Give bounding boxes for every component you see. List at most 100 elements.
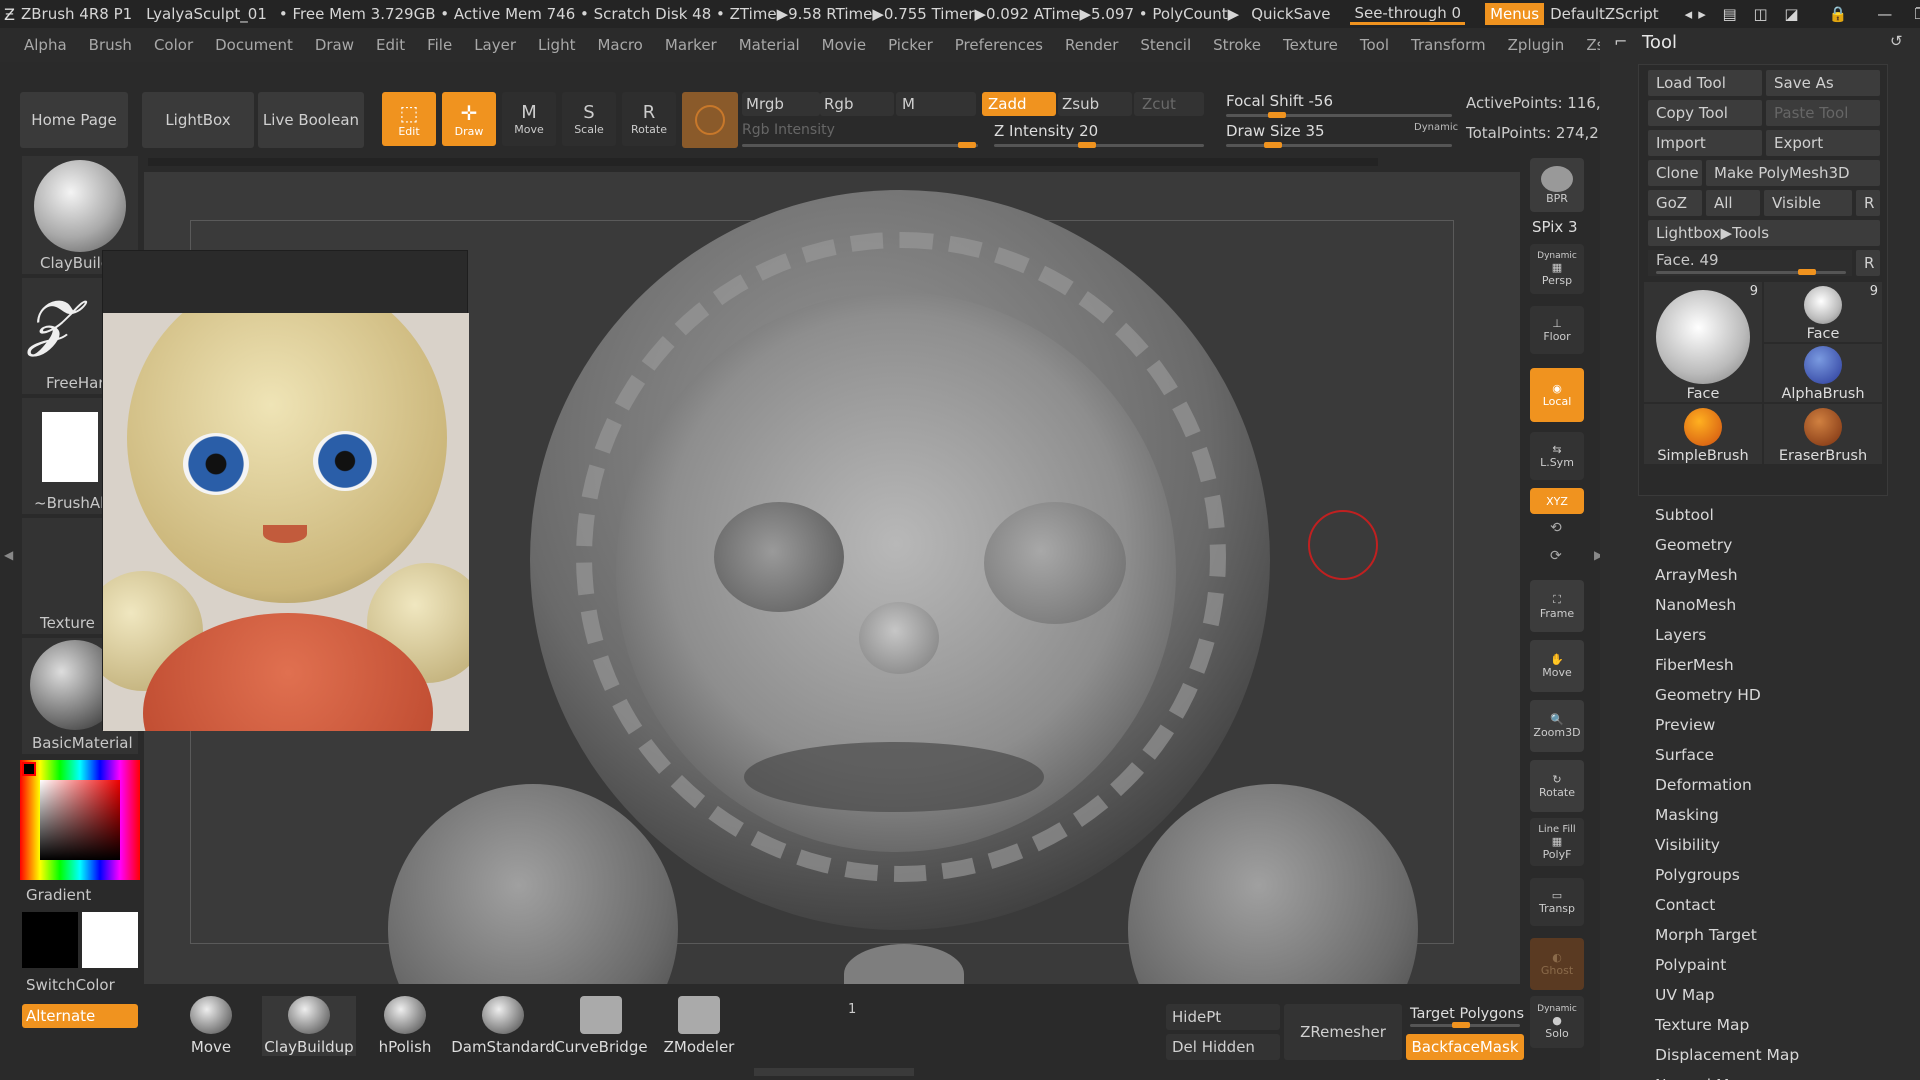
draw-button[interactable]: ✛ Draw <box>442 92 496 146</box>
bpr-button[interactable]: BPR <box>1530 158 1584 212</box>
rotate-z-icon[interactable]: ⟳ <box>1550 548 1562 564</box>
zremesher-button[interactable]: ZRemesher <box>1284 1004 1402 1060</box>
target-polygons-slider[interactable]: Target Polygons <box>1410 1006 1528 1028</box>
menu-brush[interactable]: Brush <box>89 36 132 54</box>
section-displacement-map[interactable]: Displacement Map <box>1655 1046 1799 1064</box>
texture-thumbnail[interactable]: Texture <box>22 518 102 634</box>
rotate-y-icon[interactable]: ⟲ <box>1550 520 1562 536</box>
stroke-thumbnail[interactable]: 𝓩 FreeHar <box>22 278 104 394</box>
rgb-intensity-slider[interactable]: Rgb Intensity <box>742 122 980 148</box>
layout-icons[interactable]: ◂▸ ▤ ◫ ◪ <box>1685 5 1805 23</box>
move-button[interactable]: M Move <box>502 92 556 146</box>
section-arraymesh[interactable]: ArrayMesh <box>1655 566 1738 584</box>
section-uv-map[interactable]: UV Map <box>1655 986 1715 1004</box>
lightbox-button[interactable]: LightBox <box>142 92 254 148</box>
menu-color[interactable]: Color <box>154 36 193 54</box>
menu-stencil[interactable]: Stencil <box>1140 36 1191 54</box>
section-subtool[interactable]: Subtool <box>1655 506 1714 524</box>
brush-move[interactable]: Move <box>164 996 258 1056</box>
default-zscript-button[interactable]: DefaultZScript <box>1550 5 1659 23</box>
menu-stroke[interactable]: Stroke <box>1213 36 1261 54</box>
zcut-button[interactable]: Zcut <box>1134 92 1204 116</box>
del-hidden-button[interactable]: Del Hidden <box>1166 1034 1280 1060</box>
z-intensity-slider[interactable]: Z Intensity 20 <box>994 122 1212 148</box>
polyf-button[interactable]: Line Fill ▦ PolyF <box>1530 818 1584 866</box>
menu-macro[interactable]: Macro <box>597 36 642 54</box>
mrgb-button[interactable]: Mrgb <box>742 92 820 116</box>
live-boolean-button[interactable]: Live Boolean <box>258 92 364 148</box>
section-deformation[interactable]: Deformation <box>1655 776 1752 794</box>
zoom3d-button[interactable]: 🔍 Zoom3D <box>1530 700 1584 752</box>
menu-alpha[interactable]: Alpha <box>24 36 67 54</box>
solo-button[interactable]: Dynamic ● Solo <box>1530 996 1584 1048</box>
draw-size-slider[interactable]: Draw Size 35 Dynamic <box>1226 122 1458 148</box>
menu-file[interactable]: File <box>427 36 452 54</box>
menu-tool[interactable]: Tool <box>1360 36 1389 54</box>
color-picker[interactable] <box>20 760 140 880</box>
menu-material[interactable]: Material <box>739 36 800 54</box>
menu-texture[interactable]: Texture <box>1283 36 1338 54</box>
menu-render[interactable]: Render <box>1065 36 1118 54</box>
section-normal-map[interactable]: Normal Map <box>1655 1076 1749 1080</box>
brush-zmodeler[interactable]: ZModeler <box>652 996 746 1056</box>
home-page-button[interactable]: Home Page <box>20 92 128 148</box>
section-polygroups[interactable]: Polygroups <box>1655 866 1740 884</box>
local-button[interactable]: ◉ Local <box>1530 368 1584 422</box>
rotate-view-button[interactable]: ↻ Rotate <box>1530 760 1584 812</box>
transp-button[interactable]: ▭ Transp <box>1530 878 1584 926</box>
ghost-button[interactable]: ◐ Ghost <box>1530 938 1584 990</box>
rgb-button[interactable]: Rgb <box>820 92 894 116</box>
section-masking[interactable]: Masking <box>1655 806 1719 824</box>
section-fibermesh[interactable]: FiberMesh <box>1655 656 1734 674</box>
section-layers[interactable]: Layers <box>1655 626 1706 644</box>
section-texture-map[interactable]: Texture Map <box>1655 1016 1749 1034</box>
secondary-color-swatch[interactable] <box>82 912 138 968</box>
section-visibility[interactable]: Visibility <box>1655 836 1720 854</box>
restore-icon[interactable]: ❐ <box>1914 5 1920 23</box>
lsym-button[interactable]: ⇆ L.Sym <box>1530 432 1584 480</box>
collapse-left-icon[interactable]: ◀ <box>4 548 13 562</box>
see-through-slider[interactable]: See-through 0 <box>1350 4 1466 25</box>
section-geometry-hd[interactable]: Geometry HD <box>1655 686 1761 704</box>
menu-marker[interactable]: Marker <box>665 36 717 54</box>
backface-mask-button[interactable]: BackfaceMask <box>1406 1034 1524 1060</box>
alpha-thumbnail[interactable]: ~BrushAl <box>22 398 104 514</box>
minimize-icon[interactable]: — <box>1877 5 1892 23</box>
alternate-button[interactable]: Alternate <box>22 1004 138 1028</box>
edit-button[interactable]: ⬚ Edit <box>382 92 436 146</box>
focal-shift-slider[interactable]: Focal Shift -56 <box>1226 92 1452 118</box>
menu-picker[interactable]: Picker <box>888 36 933 54</box>
zadd-button[interactable]: Zadd <box>982 92 1056 116</box>
spix-slider[interactable]: SPix 3 <box>1532 218 1578 236</box>
lock-icon[interactable]: 🔒 <box>1829 5 1848 23</box>
menu-movie[interactable]: Movie <box>822 36 866 54</box>
section-contact[interactable]: Contact <box>1655 896 1715 914</box>
menu-layer[interactable]: Layer <box>474 36 516 54</box>
brush-damstandard[interactable]: DamStandard <box>451 996 555 1056</box>
section-surface[interactable]: Surface <box>1655 746 1714 764</box>
reference-image-panel[interactable] <box>102 250 469 731</box>
section-morph-target[interactable]: Morph Target <box>1655 926 1757 944</box>
rotate-button[interactable]: R Rotate <box>622 92 676 146</box>
section-geometry[interactable]: Geometry <box>1655 536 1732 554</box>
section-polypaint[interactable]: Polypaint <box>1655 956 1726 974</box>
menu-light[interactable]: Light <box>538 36 575 54</box>
section-nanomesh[interactable]: NanoMesh <box>1655 596 1736 614</box>
zsub-button[interactable]: Zsub <box>1058 92 1132 116</box>
section-preview[interactable]: Preview <box>1655 716 1715 734</box>
m-button[interactable]: M <box>896 92 976 116</box>
switch-color-button[interactable]: SwitchColor <box>26 976 115 994</box>
menu-transform[interactable]: Transform <box>1411 36 1486 54</box>
quicksave-button[interactable]: QuickSave <box>1251 5 1330 23</box>
persp-button[interactable]: Dynamic ▦ Persp <box>1530 244 1584 294</box>
menu-document[interactable]: Document <box>215 36 293 54</box>
brush-hpolish[interactable]: hPolish <box>358 996 452 1056</box>
brush-curvebridge[interactable]: CurveBridge <box>554 996 648 1056</box>
bottom-scroll-handle[interactable] <box>754 1068 914 1076</box>
menu-zplugin[interactable]: Zplugin <box>1508 36 1565 54</box>
hidept-button[interactable]: HidePt <box>1166 1004 1280 1030</box>
menu-draw[interactable]: Draw <box>315 36 354 54</box>
frame-button[interactable]: ⛶ Frame <box>1530 580 1584 632</box>
primary-color-swatch[interactable] <box>22 912 78 968</box>
menu-edit[interactable]: Edit <box>376 36 405 54</box>
